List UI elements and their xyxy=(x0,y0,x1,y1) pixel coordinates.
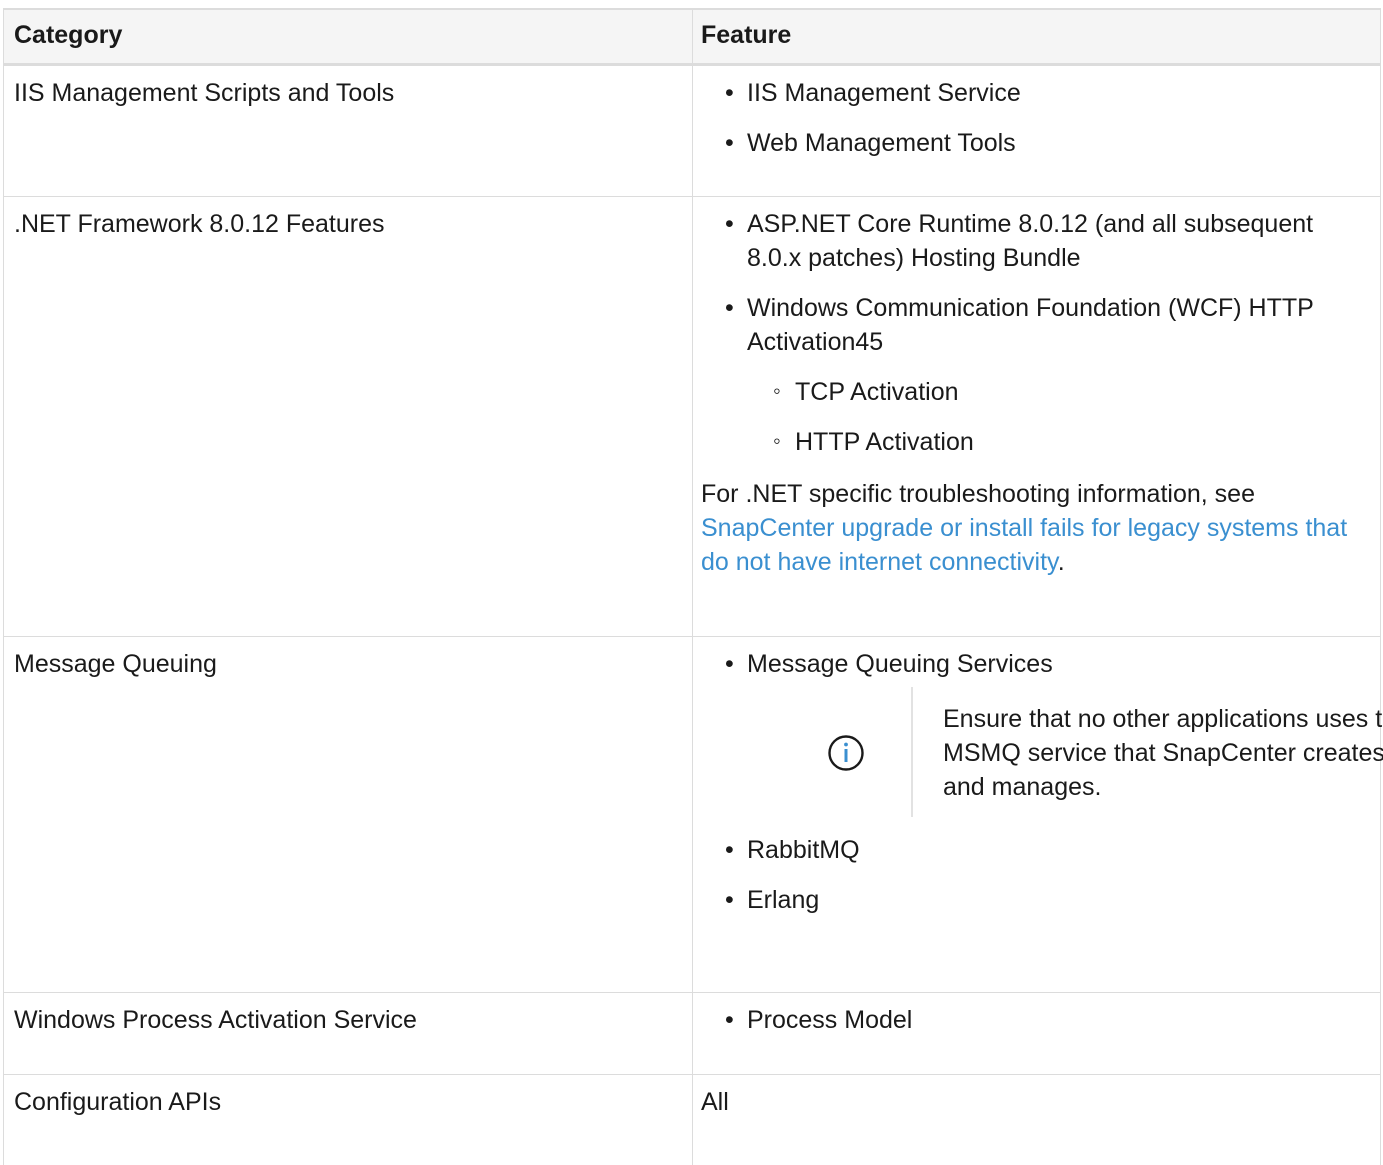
sub-list-item: HTTP Activation xyxy=(773,424,1370,459)
list-item: RabbitMQ xyxy=(725,833,1370,867)
note-admonition: Ensure that no other applications uses t… xyxy=(747,687,1383,817)
feature-cell: Process Model xyxy=(693,993,1381,1074)
table-row: Message Queuing Message Queuing Services… xyxy=(3,637,1383,993)
header-feature: Feature xyxy=(693,10,1381,63)
feature-list: Message Queuing Services Ensure that no … xyxy=(701,647,1383,917)
feature-cell: All xyxy=(693,1075,1381,1165)
list-item: Process Model xyxy=(725,1003,1370,1037)
feature-cell: ASP.NET Core Runtime 8.0.12 (and all sub… xyxy=(693,197,1381,636)
feature-cell: Message Queuing Services Ensure that no … xyxy=(693,637,1383,992)
troubleshooting-note: For .NET specific troubleshooting inform… xyxy=(701,475,1370,579)
admonition-divider xyxy=(911,687,913,817)
table-row: Configuration APIs All xyxy=(3,1075,1381,1165)
feature-list: IIS Management Service Web Management To… xyxy=(701,76,1370,160)
category-cell: .NET Framework 8.0.12 Features xyxy=(3,197,693,636)
info-icon xyxy=(828,735,864,771)
header-category: Category xyxy=(3,10,693,63)
feature-list: ASP.NET Core Runtime 8.0.12 (and all sub… xyxy=(701,207,1370,459)
table-header-row: Category Feature xyxy=(3,10,1381,66)
table-row: Windows Process Activation Service Proce… xyxy=(3,993,1381,1075)
category-cell: Windows Process Activation Service xyxy=(3,993,693,1074)
feature-list: Process Model xyxy=(701,1003,1370,1037)
list-item: Erlang xyxy=(725,883,1370,917)
feature-cell: IIS Management Service Web Management To… xyxy=(693,66,1381,196)
admonition-text: Ensure that no other applications uses t… xyxy=(943,705,1383,801)
note-text: For .NET specific troubleshooting inform… xyxy=(701,480,1255,508)
list-item-text: Windows Communication Foundation (WCF) H… xyxy=(747,294,1314,356)
list-item: ASP.NET Core Runtime 8.0.12 (and all sub… xyxy=(725,207,1370,275)
list-item-text: Message Queuing Services xyxy=(747,650,1053,678)
list-item: Web Management Tools xyxy=(725,126,1370,160)
list-item: Windows Communication Foundation (WCF) H… xyxy=(725,291,1370,459)
list-item: Message Queuing Services Ensure that no … xyxy=(725,647,1383,817)
troubleshooting-link[interactable]: SnapCenter upgrade or install fails for … xyxy=(701,514,1347,576)
table-row: .NET Framework 8.0.12 Features ASP.NET C… xyxy=(3,197,1381,637)
category-cell: IIS Management Scripts and Tools xyxy=(3,66,693,196)
category-cell: Configuration APIs xyxy=(3,1075,693,1165)
list-item: IIS Management Service xyxy=(725,76,1370,110)
note-suffix: . xyxy=(1057,548,1065,576)
features-table: Category Feature IIS Management Scripts … xyxy=(3,8,1383,1165)
table-row: IIS Management Scripts and Tools IIS Man… xyxy=(3,66,1381,197)
sub-list-item: TCP Activation xyxy=(773,374,1370,409)
category-cell: Message Queuing xyxy=(3,637,693,992)
sub-feature-list: TCP Activation HTTP Activation xyxy=(747,374,1370,459)
